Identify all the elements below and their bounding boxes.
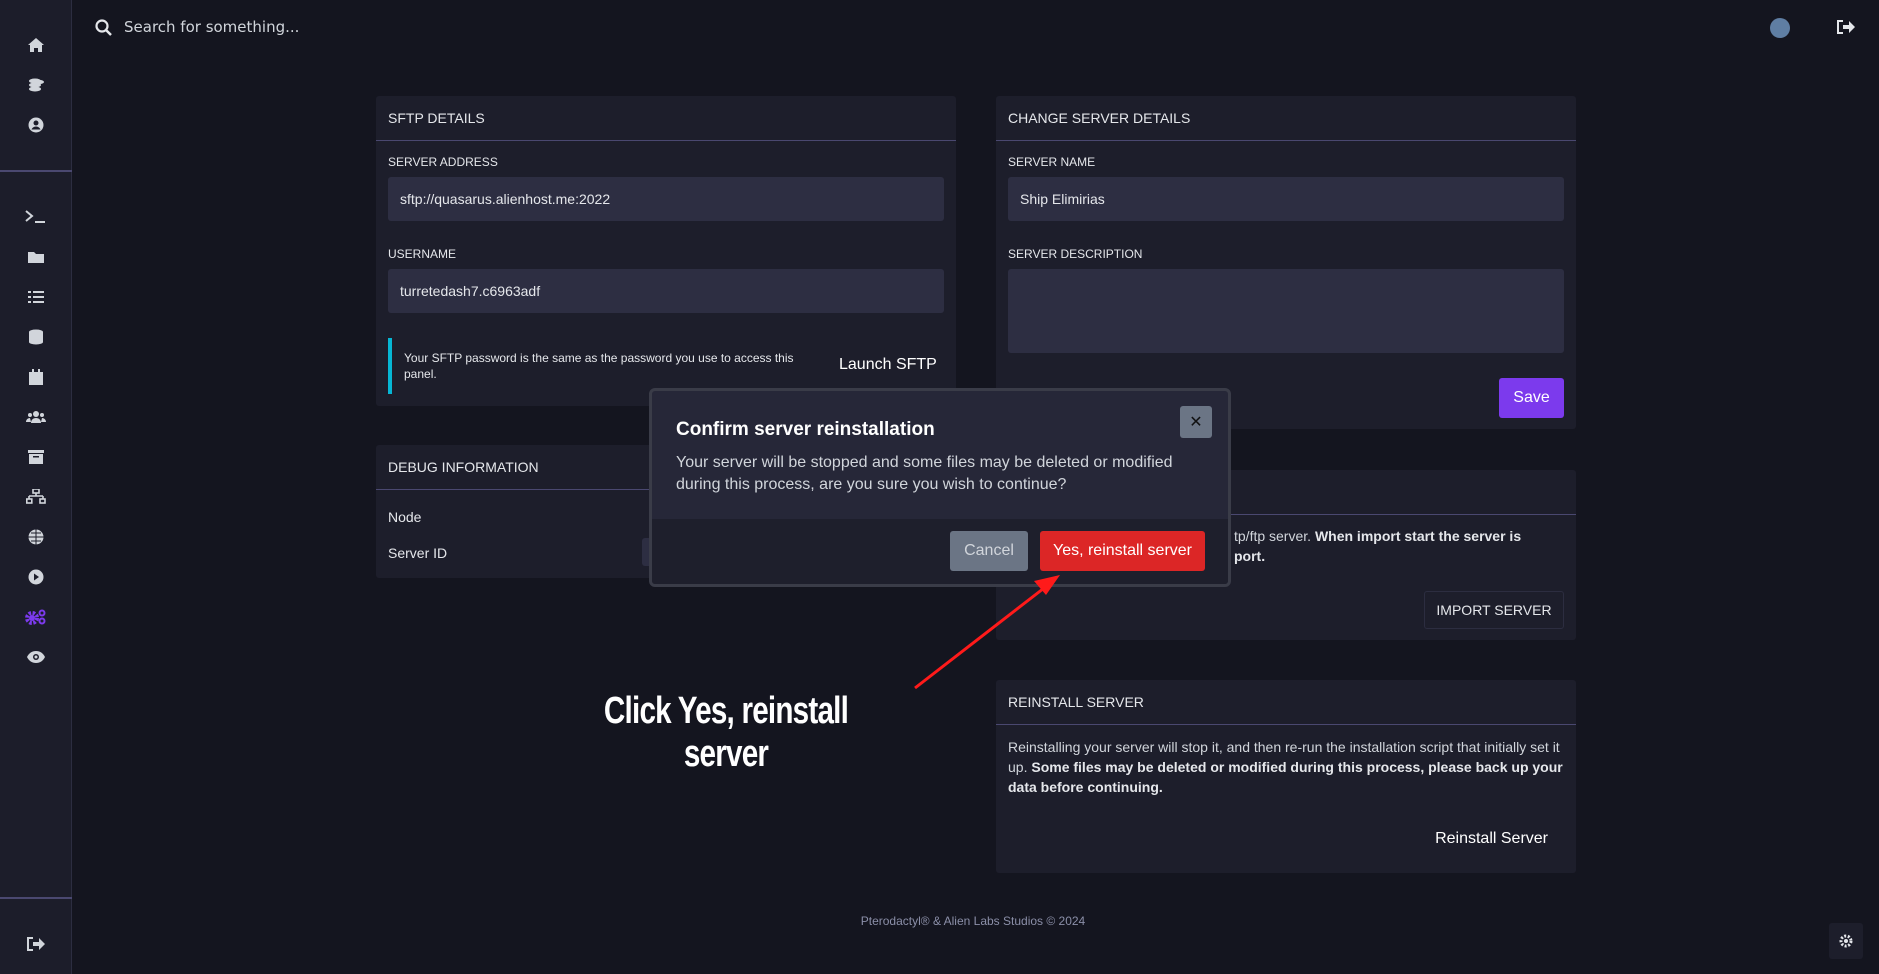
- cancel-button[interactable]: Cancel: [950, 531, 1028, 571]
- server-address-label: SERVER ADDRESS: [388, 155, 498, 169]
- confirm-reinstall-modal: Confirm server reinstallation Your serve…: [649, 388, 1231, 587]
- save-button[interactable]: Save: [1499, 378, 1564, 418]
- search-icon: [95, 18, 112, 36]
- sftp-password-note: Your SFTP password is the same as the pa…: [404, 351, 794, 381]
- modal-body: Your server will be stopped and some fil…: [676, 454, 1173, 493]
- tasks-icon[interactable]: [0, 282, 72, 312]
- gear-icon: [1839, 934, 1853, 948]
- modal-footer: Cancel Yes, reinstall server: [652, 519, 1228, 584]
- search-input[interactable]: Search for something...: [124, 18, 299, 36]
- footer-text: Pterodactyl® & Alien Labs Studios © 2024: [860, 914, 1086, 928]
- reinstall-server-panel: REINSTALL SERVER Reinstalling your serve…: [996, 680, 1576, 873]
- logout-icon[interactable]: [0, 929, 72, 959]
- sidebar-divider: [0, 897, 72, 899]
- server-description-label: SERVER DESCRIPTION: [1008, 247, 1143, 261]
- server-address-field[interactable]: sftp://quasarus.alienhost.me:2022: [388, 177, 944, 221]
- sidebar-divider: [0, 170, 72, 172]
- calendar-icon[interactable]: [0, 362, 72, 392]
- logout-icon[interactable]: [1837, 20, 1855, 39]
- avatar-icon[interactable]: [1770, 18, 1790, 38]
- play-icon[interactable]: [0, 562, 72, 592]
- username-field[interactable]: turretedash7.c6963adf: [388, 269, 944, 313]
- cogs-icon[interactable]: [0, 602, 72, 632]
- import-server-button[interactable]: IMPORT SERVER: [1424, 591, 1564, 629]
- import-text-bold: When import start the server is: [1314, 528, 1522, 544]
- server-name-label: SERVER NAME: [1008, 155, 1096, 169]
- users-icon[interactable]: [0, 402, 72, 432]
- folder-icon[interactable]: [0, 242, 72, 272]
- coins-icon[interactable]: [0, 70, 72, 100]
- reinstall-description: Reinstalling your server will stop it, a…: [1008, 737, 1564, 797]
- import-text: tp/ftp server.: [1234, 528, 1315, 544]
- terminal-icon[interactable]: [0, 202, 72, 232]
- server-name-field[interactable]: Ship Elimirias: [1008, 177, 1564, 221]
- search-bar[interactable]: Search for something...: [95, 18, 299, 36]
- confirm-reinstall-button[interactable]: Yes, reinstall server: [1040, 531, 1205, 571]
- user-circle-icon[interactable]: [0, 110, 72, 140]
- change-server-details-panel: CHANGE SERVER DETAILS SERVER NAME Ship E…: [996, 96, 1576, 429]
- import-description: tp/ftp server. When import start the ser…: [1234, 526, 1564, 566]
- reinstall-server-button[interactable]: Reinstall Server: [1435, 830, 1548, 848]
- globe-icon[interactable]: [0, 522, 72, 552]
- close-button[interactable]: ✕: [1180, 406, 1212, 438]
- server-description-field[interactable]: [1008, 269, 1564, 353]
- modal-title: Confirm server reinstallation: [676, 419, 935, 440]
- database-icon[interactable]: [0, 322, 72, 352]
- panel-title: CHANGE SERVER DETAILS: [996, 96, 1576, 141]
- settings-gear-button[interactable]: [1829, 923, 1863, 959]
- server-id-label: Server ID: [388, 545, 448, 561]
- panel-title: REINSTALL SERVER: [996, 680, 1576, 725]
- archive-icon[interactable]: [0, 442, 72, 472]
- node-label: Node: [388, 509, 422, 525]
- eye-icon[interactable]: [0, 642, 72, 672]
- sidebar: [0, 0, 72, 974]
- import-text-line2: port.: [1234, 548, 1266, 564]
- username-label: USERNAME: [388, 247, 457, 261]
- network-icon[interactable]: [0, 482, 72, 512]
- panel-title: SFTP DETAILS: [376, 96, 956, 141]
- info-bar: [388, 338, 392, 394]
- home-icon[interactable]: [0, 30, 72, 60]
- reinstall-text-bold: Some files may be deleted or modified du…: [1008, 759, 1563, 795]
- launch-sftp-button[interactable]: Launch SFTP: [839, 356, 937, 374]
- annotation-text: Click Yes, reinstall server: [603, 690, 849, 775]
- sftp-details-panel: SFTP DETAILS SERVER ADDRESS sftp://quasa…: [376, 96, 956, 406]
